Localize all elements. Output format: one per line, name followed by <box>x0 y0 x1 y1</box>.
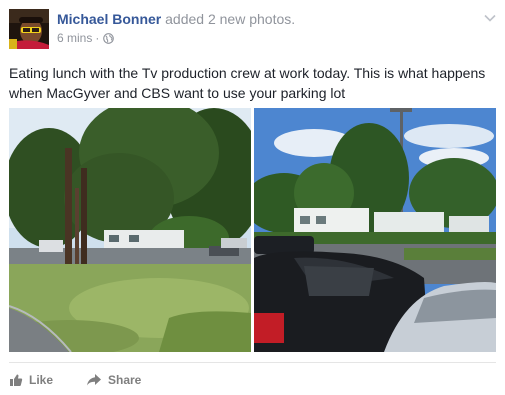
photo-parking-lot-trailers[interactable] <box>254 108 496 352</box>
like-button[interactable]: Like <box>9 370 53 390</box>
post-meta: 6 mins · <box>57 31 115 45</box>
chevron-down-icon[interactable] <box>483 10 497 22</box>
author-name-link[interactable]: Michael Bonner <box>57 11 161 27</box>
post-message: Eating lunch with the Tv production crew… <box>9 65 486 101</box>
globe-icon[interactable] <box>103 32 115 44</box>
like-label: Like <box>29 373 54 387</box>
meta-separator: · <box>95 31 100 45</box>
photo-pine-trees-lawn[interactable] <box>9 108 251 352</box>
post-timestamp-link[interactable]: 6 mins <box>57 31 92 45</box>
share-button[interactable]: Share <box>86 370 141 390</box>
feed-post: Michael Bonner added 2 new photos. 6 min… <box>0 0 505 395</box>
footer-divider <box>9 362 496 363</box>
post-header-title: Michael Bonner added 2 new photos. <box>57 11 295 27</box>
post-action-text: added 2 new photos. <box>165 11 296 27</box>
avatar[interactable] <box>9 9 49 49</box>
thumbs-up-icon <box>10 374 23 386</box>
share-arrow-icon <box>87 374 101 386</box>
share-label: Share <box>108 373 142 387</box>
